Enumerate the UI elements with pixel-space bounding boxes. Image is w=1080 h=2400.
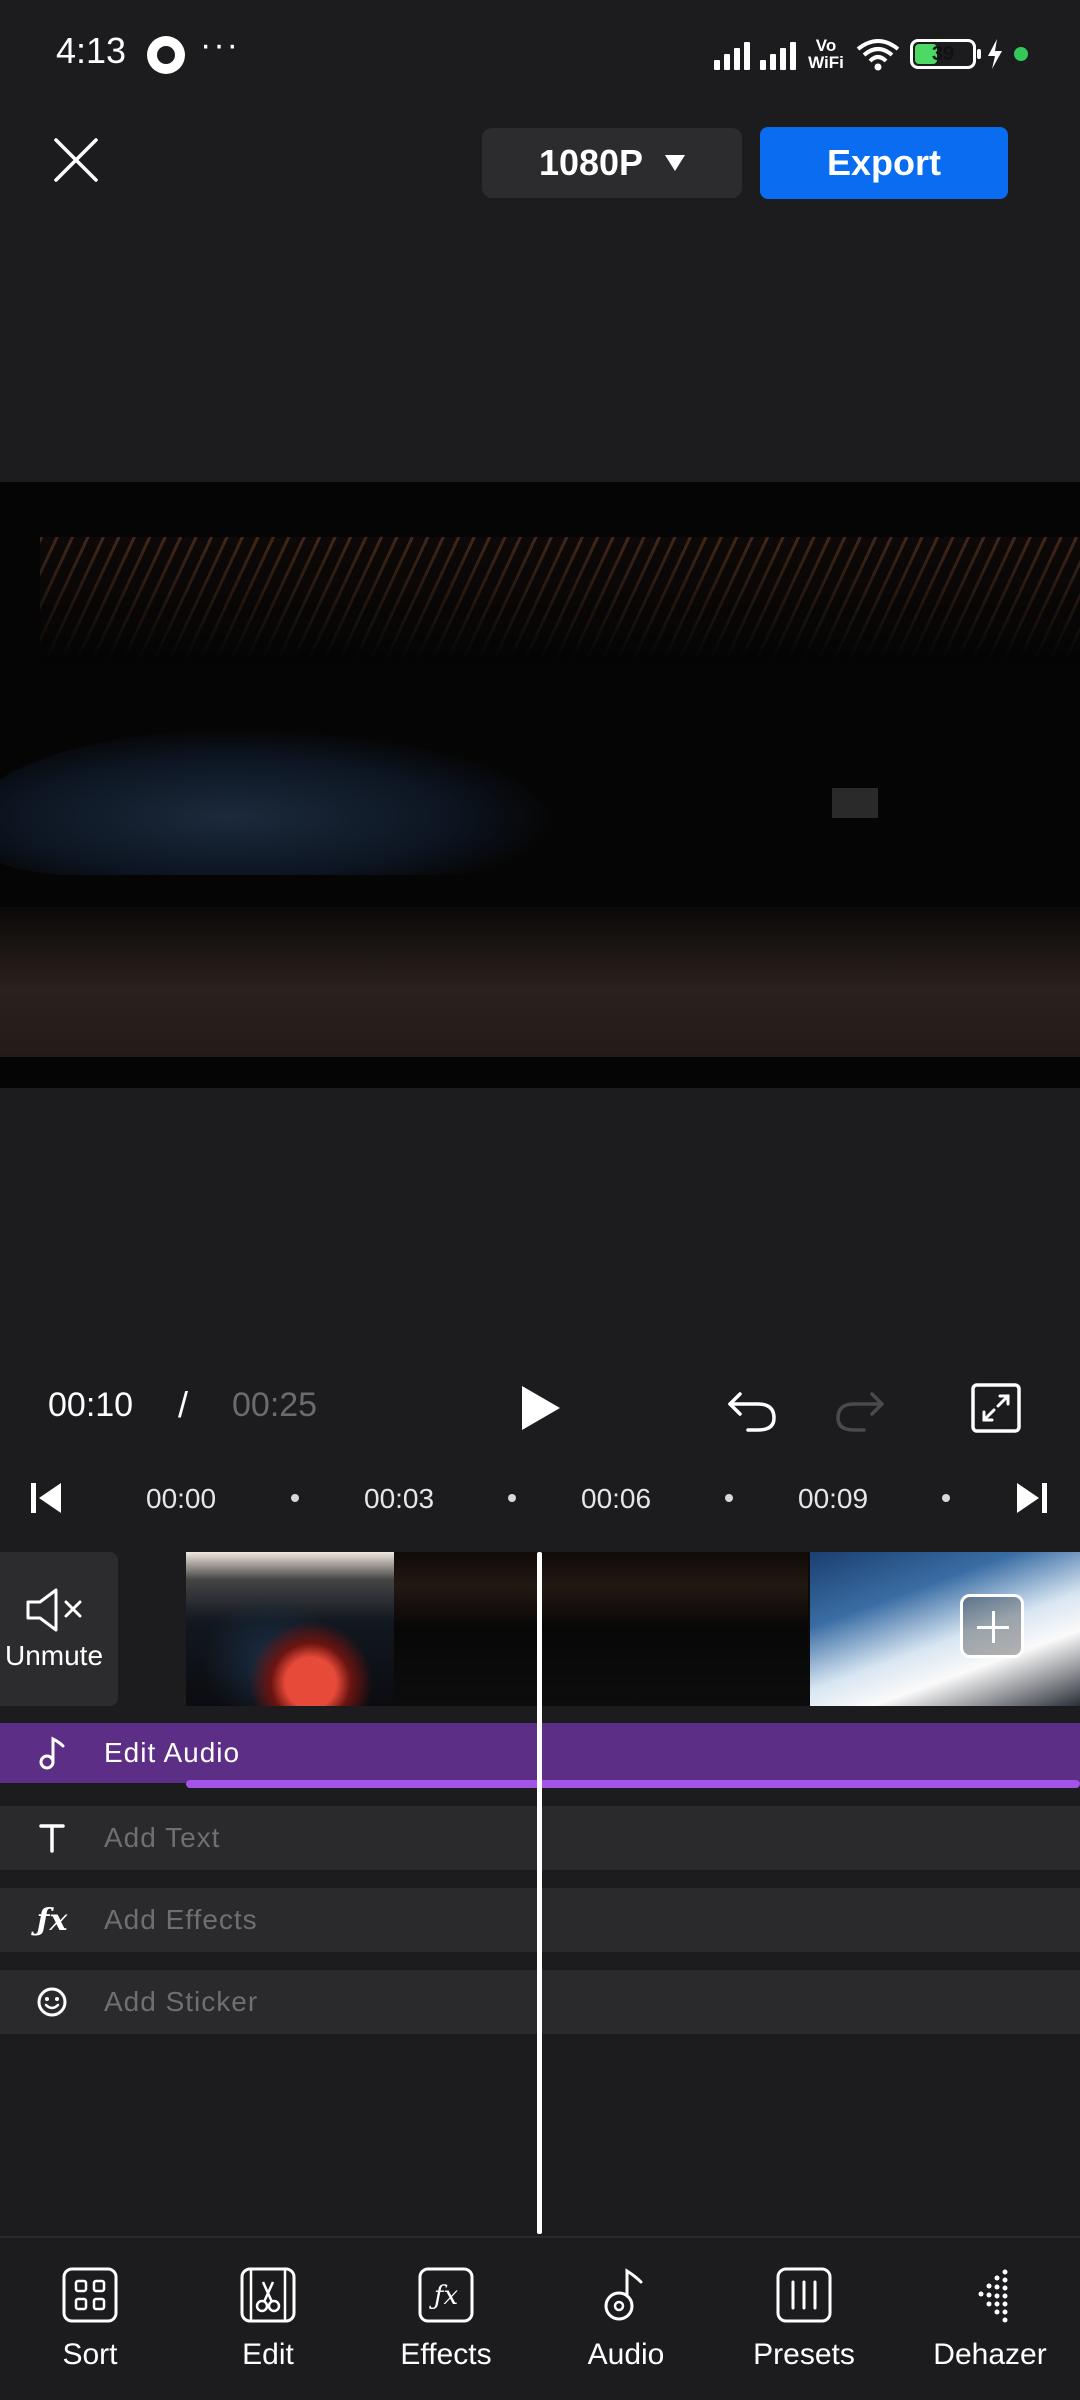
skip-to-start-icon[interactable] [28,1480,64,1516]
app-notification-icon [147,36,185,74]
timeline-tick: 00:09 [798,1483,869,1514]
timeline-tick-dot [291,1494,299,1502]
fullscreen-icon[interactable] [970,1382,1022,1434]
tool-audio[interactable]: Audio [536,2266,716,2372]
unmute-label: Unmute [4,1640,104,1671]
video-preview[interactable] [0,482,1080,1088]
current-time: 00:10 [48,1386,134,1424]
speaker-muted-icon [26,1588,82,1632]
tool-edit[interactable]: Edit [178,2266,358,2372]
preview-floor [0,907,1080,1057]
tool-label: Presets [753,2338,855,2371]
timeline-tick-dot [942,1494,950,1502]
battery-icon: 39 [910,39,981,69]
resolution-value: 1080P [538,142,644,183]
total-time: 00:25 [232,1386,318,1424]
fx-icon: ƒx [418,2267,474,2323]
tool-dehazer[interactable]: Dehazer [900,2266,1080,2372]
tool-label: Dehazer [933,2338,1047,2371]
privacy-indicator-dot [1014,47,1028,61]
video-clip-strip[interactable] [186,1552,1080,1706]
skip-to-end-icon[interactable] [1014,1480,1050,1516]
audio-waveform-bar [186,1780,1080,1788]
tool-label: Effects [400,2338,492,2371]
vowifi-label-bottom: WiFi [808,53,844,72]
sticker-icon [0,1986,104,2018]
redo-icon[interactable] [832,1382,888,1434]
play-icon[interactable] [518,1384,562,1432]
add-sticker-label: Add Sticker [104,1986,259,2017]
tool-label: Audio [587,2338,665,2371]
timeline-tick-dot [508,1494,516,1502]
dehazer-icon [978,2269,1008,2323]
resolution-dropdown[interactable]: 1080P [482,128,742,198]
more-notifications-icon: ··· [200,26,240,64]
unmute-button[interactable]: Unmute [0,1552,118,1706]
status-time: 4:13 [56,30,127,71]
preview-ceiling-lights [40,537,1080,662]
playhead[interactable] [537,1552,542,2234]
fx-icon: ƒx [36,1902,68,1938]
cellular-signal-icon [714,38,750,70]
tool-sort[interactable]: Sort [0,2266,180,2372]
battery-level: 39 [931,43,955,65]
time-separator: / [178,1384,189,1425]
caret-down-icon [665,155,686,171]
vowifi-icon: Vo WiFi [806,37,846,71]
vowifi-label-top: Vo [815,36,837,55]
preview-car-silhouette [0,730,550,875]
edit-audio-label: Edit Audio [104,1737,241,1768]
timeline-tick-dot [725,1494,733,1502]
wifi-icon [856,39,900,71]
undo-icon[interactable] [724,1382,780,1434]
presets-icon [776,2267,832,2323]
preview-wall-light [832,788,878,818]
charging-icon [988,39,1002,69]
close-icon[interactable] [48,132,104,188]
add-text-label: Add Text [104,1822,221,1853]
tool-presets[interactable]: Presets [714,2266,894,2372]
add-effects-label: Add Effects [104,1904,258,1935]
tool-label: Edit [242,2338,294,2371]
tool-effects[interactable]: ƒx Effects [356,2266,536,2372]
timeline-tick: 00:06 [581,1483,652,1514]
music-note-icon [0,1736,104,1770]
export-button[interactable]: Export [760,127,1008,199]
clip-thumbnail[interactable] [810,1552,1080,1706]
timeline-tick: 00:00 [146,1483,217,1514]
add-clip-button[interactable] [960,1594,1024,1658]
clip-thumbnail[interactable] [186,1552,394,1706]
tool-label: Sort [62,2338,118,2371]
status-bar: 4:13 ··· Vo WiFi 39 [0,0,1080,110]
grid-icon [62,2267,118,2323]
music-note-icon [604,2268,643,2321]
scissors-film-icon [240,2267,296,2323]
timeline-tick: 00:03 [364,1483,435,1514]
cellular-signal-icon [760,38,796,70]
status-indicators: Vo WiFi 39 [714,32,1028,76]
svg-text:ƒx: ƒx [429,2281,459,2311]
clip-thumbnail[interactable] [394,1552,808,1706]
text-icon [0,1823,104,1853]
